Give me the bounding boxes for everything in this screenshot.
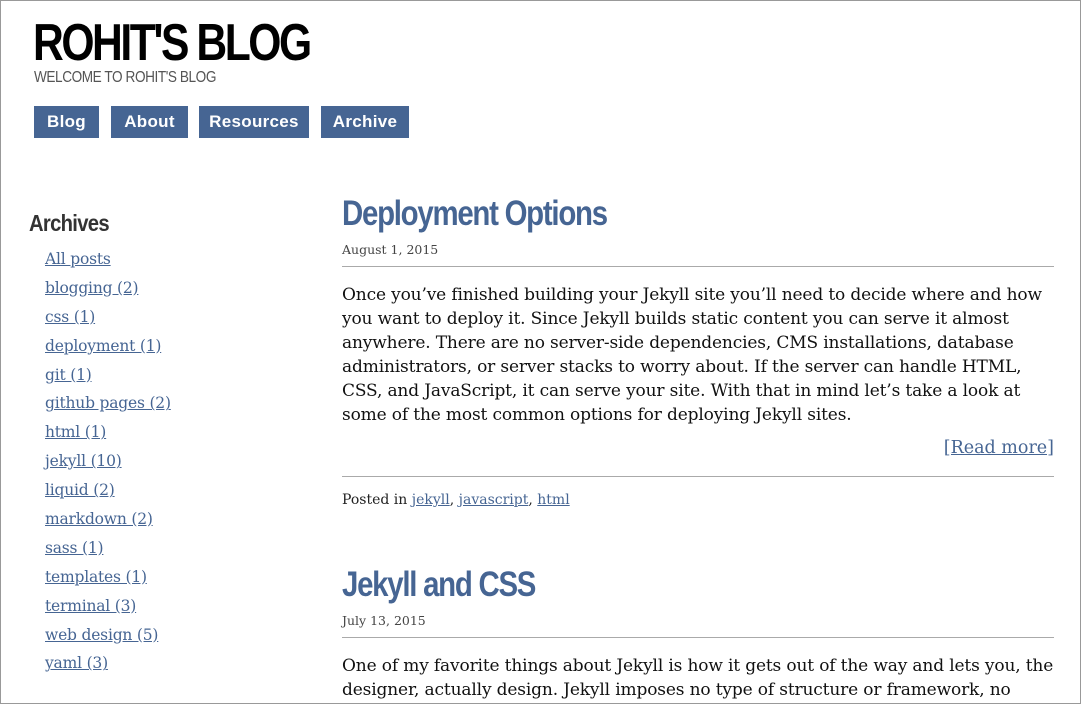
archive-link-css[interactable]: css (1) <box>45 308 95 326</box>
post-jekyll-and-css: Jekyll and CSS July 13, 2015 One of my f… <box>342 562 1054 702</box>
archive-link-git[interactable]: git (1) <box>45 366 92 384</box>
post-title-link[interactable]: Jekyll and CSS <box>342 562 536 608</box>
archive-link-all-posts[interactable]: All posts <box>45 250 111 268</box>
archive-link-templates[interactable]: templates (1) <box>45 568 147 586</box>
archive-link-sass[interactable]: sass (1) <box>45 539 104 557</box>
list-item: github pages (2) <box>45 392 289 421</box>
site-title[interactable]: ROHIT'S BLOG <box>33 13 312 73</box>
list-item: web design (5) <box>45 624 289 653</box>
archive-link-yaml[interactable]: yaml (3) <box>45 654 108 672</box>
archive-list: All posts blogging (2) css (1) deploymen… <box>45 248 289 681</box>
post-list: Deployment Options August 1, 2015 Once y… <box>342 191 1054 702</box>
post-date: July 13, 2015 <box>342 613 426 628</box>
divider <box>342 266 1054 267</box>
nav-archive-button[interactable]: Archive <box>321 106 409 138</box>
list-item: liquid (2) <box>45 479 289 508</box>
post-excerpt: Once you’ve finished building your Jekyl… <box>342 285 1042 425</box>
list-item: deployment (1) <box>45 335 289 364</box>
archive-link-markdown[interactable]: markdown (2) <box>45 510 153 528</box>
post-date: August 1, 2015 <box>342 242 439 257</box>
post-deployment-options: Deployment Options August 1, 2015 Once y… <box>342 191 1054 510</box>
read-more-link[interactable]: [Read more] <box>944 438 1054 458</box>
site-tagline: WELCOME TO ROHIT'S BLOG <box>34 69 216 86</box>
divider <box>342 476 1054 477</box>
archive-link-blogging[interactable]: blogging (2) <box>45 279 139 297</box>
tag-link-html[interactable]: html <box>537 492 569 508</box>
nav-resources-button[interactable]: Resources <box>199 106 309 138</box>
list-item: jekyll (10) <box>45 450 289 479</box>
list-item: html (1) <box>45 421 289 450</box>
read-more-row: [Read more] <box>342 436 1054 460</box>
archive-link-jekyll[interactable]: jekyll (10) <box>45 452 122 470</box>
nav-blog-button[interactable]: Blog <box>34 106 99 138</box>
divider <box>342 637 1054 638</box>
sidebar: Archives All posts blogging (2) css (1) … <box>29 207 289 681</box>
tag-link-jekyll[interactable]: jekyll <box>412 492 450 508</box>
list-item: All posts <box>45 248 289 277</box>
tag-link-javascript[interactable]: javascript <box>459 492 529 508</box>
list-item: css (1) <box>45 306 289 335</box>
list-item: blogging (2) <box>45 277 289 306</box>
archive-link-github-pages[interactable]: github pages (2) <box>45 394 171 412</box>
list-item: templates (1) <box>45 566 289 595</box>
list-item: markdown (2) <box>45 508 289 537</box>
post-tags: Posted in jekyll, javascript, html <box>342 492 570 508</box>
list-item: sass (1) <box>45 537 289 566</box>
archive-link-terminal[interactable]: terminal (3) <box>45 597 136 615</box>
archive-link-web-design[interactable]: web design (5) <box>45 626 158 644</box>
archives-heading: Archives <box>29 210 110 236</box>
post-title-link[interactable]: Deployment Options <box>342 191 608 237</box>
archive-link-html[interactable]: html (1) <box>45 423 106 441</box>
list-item: terminal (3) <box>45 595 289 624</box>
list-item: git (1) <box>45 364 289 393</box>
list-item: yaml (3) <box>45 652 289 681</box>
post-excerpt: One of my favorite things about Jekyll i… <box>342 656 1054 700</box>
posted-in-label: Posted in <box>342 492 408 508</box>
archive-link-deployment[interactable]: deployment (1) <box>45 337 161 355</box>
archive-link-liquid[interactable]: liquid (2) <box>45 481 115 499</box>
nav-about-button[interactable]: About <box>111 106 188 138</box>
